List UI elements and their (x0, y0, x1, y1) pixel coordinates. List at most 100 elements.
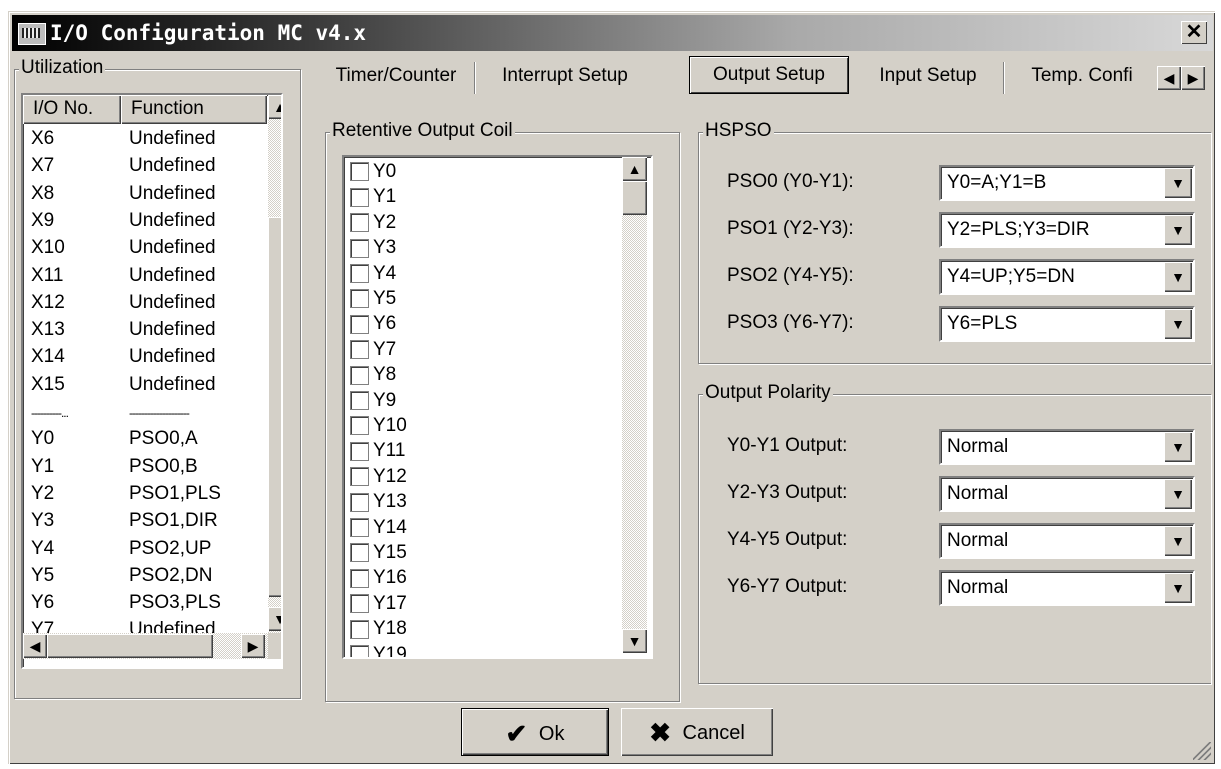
dropdown-arrow-icon[interactable]: ▼ (1164, 526, 1192, 556)
coil-checkbox[interactable] (350, 441, 369, 461)
table-row[interactable]: X15 Undefined (31, 371, 216, 398)
table-row[interactable]: X11 Undefined (31, 262, 216, 289)
coil-item[interactable]: Y18 (350, 618, 407, 643)
scroll-left-button[interactable]: ◀ (23, 634, 47, 658)
title-bar[interactable]: I/O Configuration MC v4.x ✕ (12, 15, 1213, 51)
size-grip-icon[interactable] (1193, 742, 1211, 760)
dropdown-arrow-icon[interactable]: ▼ (1164, 262, 1192, 292)
table-row[interactable]: X10 Undefined (31, 234, 216, 261)
close-button[interactable]: ✕ (1181, 21, 1207, 44)
coil-checkbox[interactable] (350, 416, 369, 436)
column-header-io-no[interactable]: I/O No. (23, 95, 121, 124)
table-row[interactable]: Y3 PSO1,DIR (31, 507, 218, 534)
coil-item[interactable]: Y19 (350, 644, 407, 657)
coil-item[interactable]: Y2 (350, 212, 396, 237)
coil-item[interactable]: Y14 (350, 517, 407, 542)
dropdown-arrow-icon[interactable]: ▼ (1164, 573, 1192, 603)
scroll-corner (268, 633, 281, 659)
table-row[interactable]: X8 Undefined (31, 180, 216, 207)
coil-item[interactable]: Y3 (350, 237, 396, 262)
dropdown-arrow-icon[interactable]: ▼ (1164, 479, 1192, 509)
coil-item[interactable]: Y4 (350, 263, 396, 288)
coil-checkbox[interactable] (350, 467, 369, 487)
coil-item[interactable]: Y11 (350, 440, 405, 465)
table-row[interactable]: Y5 PSO2,DN (31, 562, 212, 589)
coil-checkbox[interactable] (350, 645, 369, 657)
coil-item[interactable]: Y15 (350, 542, 407, 567)
coil-checkbox[interactable] (350, 365, 369, 385)
scroll-down-button[interactable]: ▼ (268, 607, 281, 631)
hspso-select[interactable]: Y2=PLS;Y3=DIR ▼ (939, 212, 1195, 248)
coil-item[interactable]: Y1 (350, 186, 396, 211)
column-header-function[interactable]: Function (121, 95, 267, 124)
coil-checkbox[interactable] (350, 289, 369, 309)
coil-checkbox[interactable] (350, 594, 369, 614)
coil-item[interactable]: Y9 (350, 390, 396, 415)
coil-scroll-up-button[interactable]: ▲ (622, 157, 647, 181)
coil-checkbox[interactable] (350, 238, 369, 258)
coil-checkbox[interactable] (350, 340, 369, 360)
coil-checkbox[interactable] (350, 518, 369, 538)
coil-checkbox[interactable] (350, 314, 369, 334)
coil-checkbox[interactable] (350, 213, 369, 233)
cancel-button[interactable]: ✖ Cancel (621, 708, 773, 756)
coil-item[interactable]: Y6 (350, 313, 396, 338)
polarity-select[interactable]: Normal ▼ (939, 523, 1195, 559)
table-row[interactable]: Y4 PSO2,UP (31, 535, 211, 562)
polarity-select[interactable]: Normal ▼ (939, 570, 1195, 606)
tab-timer-counter[interactable]: Timer/Counter (321, 56, 471, 96)
tab-temp-confi[interactable]: Temp. Confi (1005, 56, 1159, 96)
hspso-select[interactable]: Y0=A;Y1=B ▼ (939, 165, 1195, 201)
coil-checkbox[interactable] (350, 264, 369, 284)
utilization-hscroll-thumb[interactable] (47, 634, 213, 658)
coil-checkbox[interactable] (350, 492, 369, 512)
utilization-scroll-thumb[interactable] (268, 217, 281, 597)
dropdown-arrow-icon[interactable]: ▼ (1164, 309, 1192, 339)
coil-item[interactable]: Y16 (350, 567, 407, 592)
coil-scroll-down-button[interactable]: ▼ (622, 629, 647, 653)
table-row[interactable]: Y0 PSO0,A (31, 425, 198, 452)
utilization-horizontal-scrollbar[interactable]: ◀ ▶ (23, 633, 268, 659)
coil-checkbox[interactable] (350, 543, 369, 563)
dropdown-arrow-icon[interactable]: ▼ (1164, 215, 1192, 245)
table-row[interactable]: X7 Undefined (31, 152, 216, 179)
coil-vertical-scrollbar[interactable]: ▲ ▼ (622, 157, 647, 653)
coil-item[interactable]: Y10 (350, 415, 407, 440)
coil-item[interactable]: Y8 (350, 364, 396, 389)
coil-item[interactable]: Y0 (350, 161, 396, 186)
table-row[interactable]: X6 Undefined (31, 125, 216, 152)
tab-scroll-right-button[interactable]: ▶ (1181, 66, 1205, 90)
tab-interrupt-setup[interactable]: Interrupt Setup (476, 56, 654, 96)
hspso-select[interactable]: Y6=PLS ▼ (939, 306, 1195, 342)
scroll-up-button[interactable]: ▲ (268, 95, 281, 119)
table-row[interactable]: X12 Undefined (31, 289, 216, 316)
coil-checkbox[interactable] (350, 391, 369, 411)
coil-scroll-thumb[interactable] (622, 181, 647, 215)
tab-scroll-left-button[interactable]: ◀ (1157, 66, 1181, 90)
coil-checkbox[interactable] (350, 187, 369, 207)
tab-output-setup[interactable]: Output Setup (689, 56, 849, 94)
coil-item[interactable]: Y12 (350, 466, 407, 491)
coil-checkbox[interactable] (350, 162, 369, 182)
table-row[interactable]: Y6 PSO3,PLS (31, 589, 221, 616)
ok-button[interactable]: ✔ Ok (461, 708, 609, 756)
table-row[interactable]: Y1 PSO0,B (31, 453, 198, 480)
dropdown-arrow-icon[interactable]: ▼ (1164, 168, 1192, 198)
coil-item[interactable]: Y13 (350, 491, 407, 516)
coil-checkbox[interactable] (350, 619, 369, 639)
scroll-right-button[interactable]: ▶ (241, 634, 265, 658)
polarity-select[interactable]: Normal ▼ (939, 429, 1195, 465)
table-row[interactable]: X13 Undefined (31, 316, 216, 343)
dropdown-arrow-icon[interactable]: ▼ (1164, 432, 1192, 462)
utilization-vertical-scrollbar[interactable]: ▲ ▼ (268, 95, 281, 633)
hspso-select[interactable]: Y4=UP;Y5=DN ▼ (939, 259, 1195, 295)
polarity-select[interactable]: Normal ▼ (939, 476, 1195, 512)
table-row[interactable]: X9 Undefined (31, 207, 216, 234)
table-row[interactable]: X14 Undefined (31, 343, 216, 370)
tab-input-setup[interactable]: Input Setup (858, 56, 998, 96)
coil-checkbox[interactable] (350, 568, 369, 588)
table-row[interactable]: Y2 PSO1,PLS (31, 480, 221, 507)
coil-item[interactable]: Y17 (350, 593, 407, 618)
coil-item[interactable]: Y7 (350, 339, 396, 364)
coil-item[interactable]: Y5 (350, 288, 396, 313)
